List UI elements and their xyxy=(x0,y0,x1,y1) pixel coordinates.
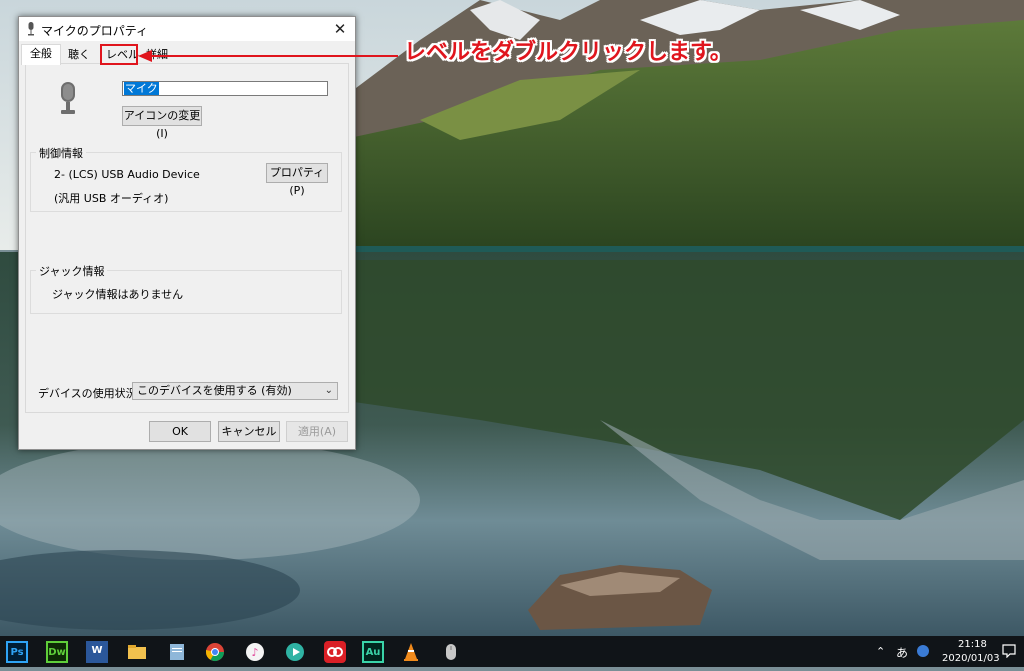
device-name-value: マイク xyxy=(124,82,159,95)
jack-info-text: ジャック情報はありません xyxy=(52,288,184,301)
clock-date[interactable]: 2020/01/03 xyxy=(942,653,1000,664)
annotation-arrow-icon xyxy=(138,50,398,62)
itunes-icon[interactable]: ♪ xyxy=(244,641,266,663)
cancel-button[interactable]: キャンセル xyxy=(218,421,280,442)
vlc-icon[interactable] xyxy=(400,641,422,663)
clock-time[interactable]: 21:18 xyxy=(958,639,987,650)
file-explorer-icon[interactable] xyxy=(126,641,148,663)
chrome-icon[interactable] xyxy=(204,641,226,663)
device-name-input[interactable]: マイク xyxy=(122,81,328,96)
levels-tab-highlight xyxy=(100,44,138,65)
media-player-icon[interactable] xyxy=(284,641,306,663)
device-usage-value: このデバイスを使用する (有効) xyxy=(137,384,292,397)
microphone-icon xyxy=(28,22,34,36)
audition-icon[interactable]: Au xyxy=(362,641,384,663)
svg-text:♪: ♪ xyxy=(251,646,258,659)
dialog-title: マイクのプロパティ xyxy=(41,24,149,38)
apply-button[interactable]: 適用(A) xyxy=(286,421,348,442)
chevron-up-icon[interactable]: ⌃ xyxy=(876,645,885,658)
creative-cloud-icon[interactable] xyxy=(324,641,346,663)
dreamweaver-icon[interactable]: Dw xyxy=(46,641,68,663)
controller-info-label: 制御情報 xyxy=(36,145,86,161)
ok-button[interactable]: OK xyxy=(149,421,211,442)
microphone-properties-dialog: マイクのプロパティ ✕ 全般 聴く レベル 詳細 マイク アイコンの変更(I) … xyxy=(18,16,356,450)
taskbar: Ps Dw W ♪ Au ⌃ あ 21:18 2020/01/03 xyxy=(0,636,1024,667)
change-icon-button[interactable]: アイコンの変更(I) xyxy=(122,106,202,140)
notification-icon[interactable] xyxy=(1002,644,1016,658)
controller-device-name: 2- (LCS) USB Audio Device xyxy=(54,168,200,181)
network-icon[interactable] xyxy=(917,645,929,657)
mouse-icon[interactable] xyxy=(440,641,462,663)
dialog-titlebar[interactable]: マイクのプロパティ ✕ xyxy=(19,17,355,41)
photoshop-icon[interactable]: Ps xyxy=(6,641,28,663)
controller-properties-button[interactable]: プロパティ(P) xyxy=(266,163,328,197)
close-icon[interactable]: ✕ xyxy=(325,17,355,41)
general-tab-panel: マイク アイコンの変更(I) 制御情報 2- (LCS) USB Audio D… xyxy=(25,63,349,413)
device-usage-select[interactable]: このデバイスを使用する (有効) ⌄ xyxy=(132,382,338,400)
jack-info-label: ジャック情報 xyxy=(36,263,108,279)
notepad-icon[interactable] xyxy=(166,641,188,663)
tab-listen[interactable]: 聴く xyxy=(59,45,99,65)
word-icon[interactable]: W xyxy=(86,641,108,663)
annotation-callout: レベルをダブルクリックします。 xyxy=(404,40,732,65)
microphone-device-icon xyxy=(61,82,75,114)
tab-general[interactable]: 全般 xyxy=(21,44,61,65)
controller-driver-name: (汎用 USB オーディオ) xyxy=(54,192,169,205)
ime-indicator[interactable]: あ xyxy=(896,644,908,661)
device-usage-label: デバイスの使用状況: xyxy=(38,387,141,400)
chevron-down-icon: ⌄ xyxy=(324,385,333,396)
